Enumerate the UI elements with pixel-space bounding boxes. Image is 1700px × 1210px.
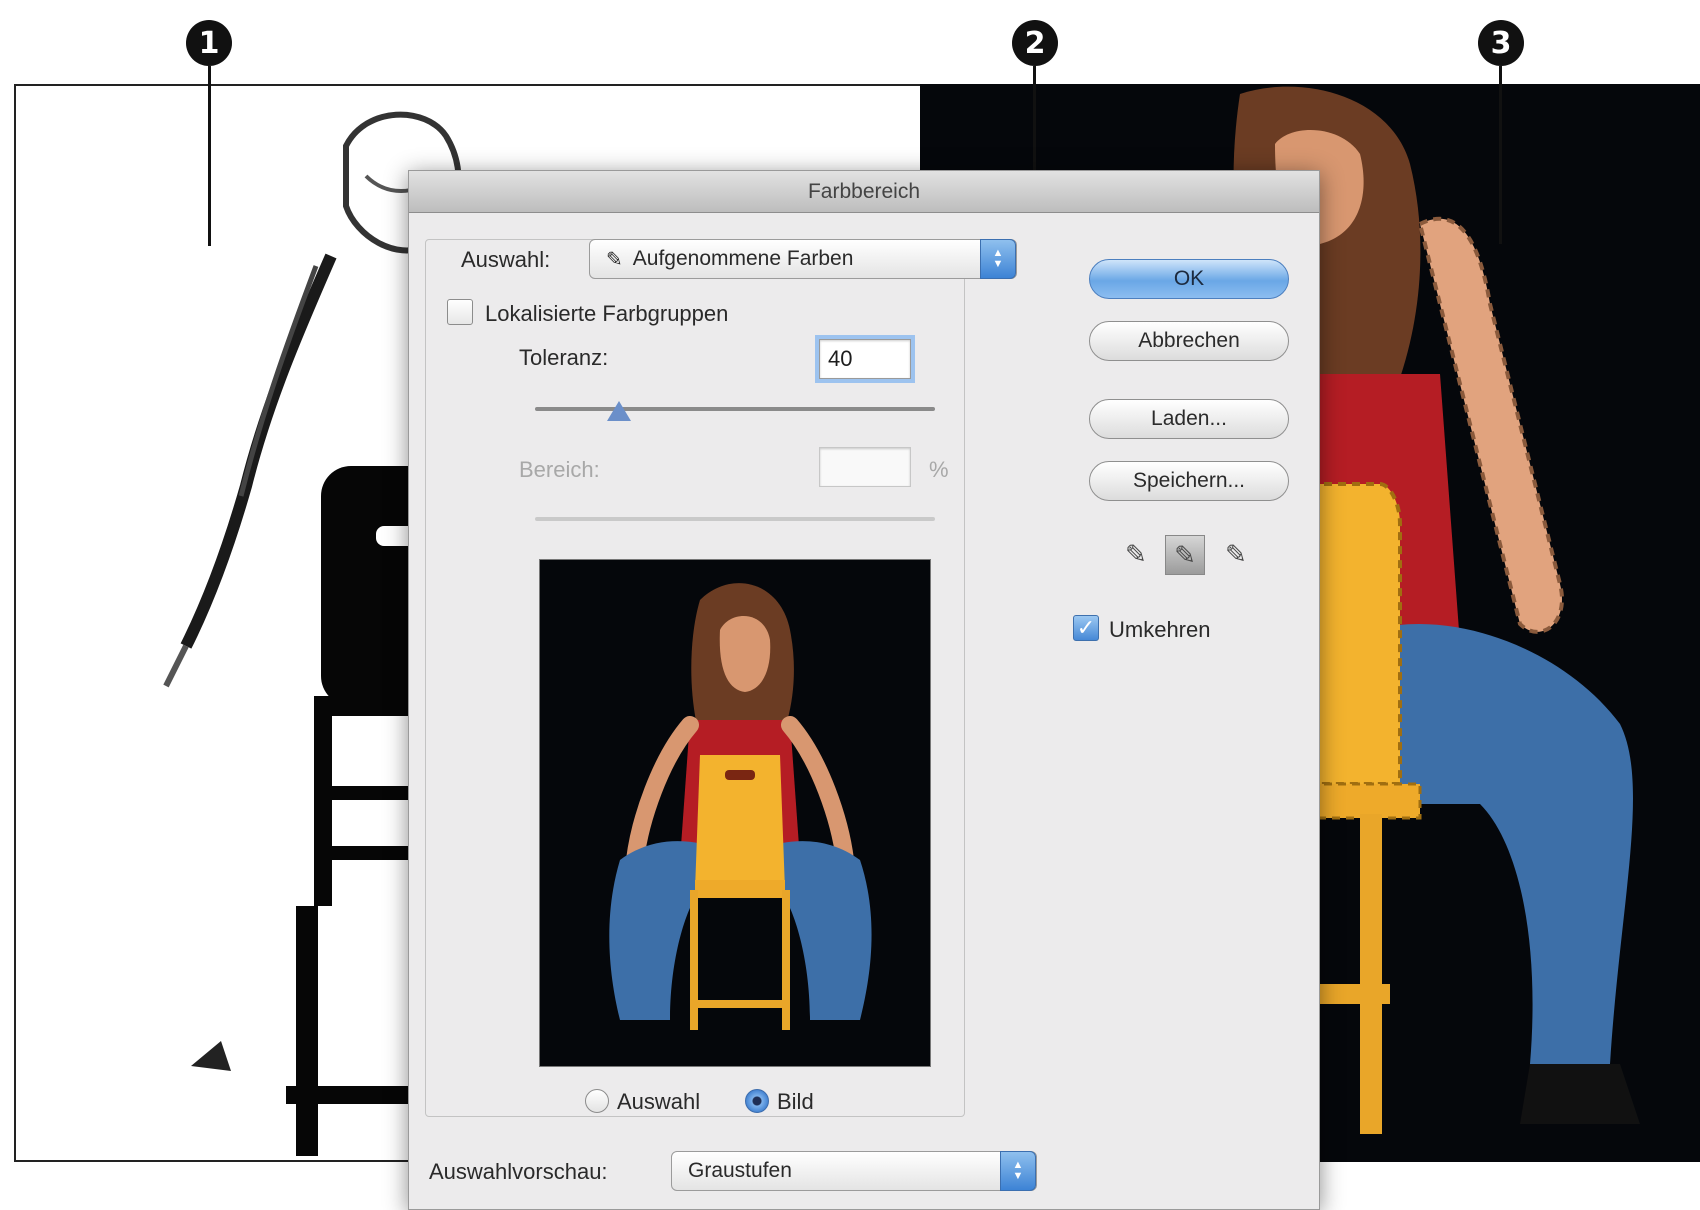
eyedropper-plus-icon[interactable]: ✎ (1165, 535, 1205, 575)
invert-label: Umkehren (1109, 617, 1211, 642)
range-input (819, 447, 911, 487)
preview-selection-radio[interactable] (585, 1089, 609, 1113)
select-value: Aufgenommene Farben (632, 247, 854, 270)
localized-color-clusters-checkbox[interactable] (447, 299, 473, 325)
dialog-titlebar[interactable]: Farbbereich (409, 171, 1319, 213)
select-label: Auswahl: (461, 247, 551, 272)
select-popup[interactable]: ✎ Aufgenommene Farben ▲ ▼ (589, 239, 1017, 279)
eyedropper-minus-icon[interactable]: ✎ (1225, 539, 1247, 570)
load-button[interactable]: Laden... (1089, 399, 1289, 439)
cancel-label: Abbrechen (1138, 329, 1240, 352)
preview-image-label: Bild (777, 1089, 814, 1114)
tolerance-slider-thumb[interactable] (607, 401, 631, 421)
range-label: Bereich: (519, 457, 600, 482)
tolerance-label: Toleranz: (519, 345, 609, 370)
cancel-button[interactable]: Abbrechen (1089, 321, 1289, 361)
save-label: Speichern... (1132, 469, 1246, 492)
load-label: Laden... (1151, 407, 1227, 430)
callout-1-leader (208, 66, 211, 246)
selection-preview-value: Graustufen (688, 1159, 792, 1182)
eyedropper-icon[interactable]: ✎ (1125, 539, 1147, 570)
callout-2: 2 (1012, 20, 1058, 66)
preview-image (539, 559, 931, 1067)
dialog-title: Farbbereich (807, 179, 921, 203)
callout-3-leader (1499, 66, 1502, 244)
selection-preview-popup[interactable]: Graustufen ▲ ▼ (671, 1151, 1037, 1191)
tolerance-input[interactable]: 40 (815, 335, 915, 383)
eyedropper-icon: ✎ (606, 248, 623, 271)
selection-preview-label: Auswahlvorschau: (429, 1159, 608, 1184)
tolerance-value: 40 (828, 346, 853, 371)
preview-image-radio[interactable] (745, 1089, 769, 1113)
ok-label: OK (1173, 267, 1205, 290)
localized-color-clusters-label: Lokalisierte Farbgruppen (485, 301, 729, 326)
up-down-arrows-icon: ▲ ▼ (1000, 1151, 1036, 1191)
tolerance-slider-track[interactable] (535, 407, 935, 411)
up-down-arrows-icon: ▲ ▼ (980, 239, 1016, 279)
callout-1: 1 (186, 20, 232, 66)
ok-button[interactable]: OK (1089, 259, 1289, 299)
preview-selection-label: Auswahl (617, 1089, 701, 1114)
invert-checkbox[interactable]: ✓ (1073, 615, 1099, 641)
color-range-dialog: Farbbereich Auswahl: ✎ Aufgenommene Farb… (408, 170, 1320, 1210)
save-button[interactable]: Speichern... (1089, 461, 1289, 501)
range-slider-track (535, 517, 935, 521)
callout-3: 3 (1478, 20, 1524, 66)
range-unit: % (929, 457, 949, 482)
